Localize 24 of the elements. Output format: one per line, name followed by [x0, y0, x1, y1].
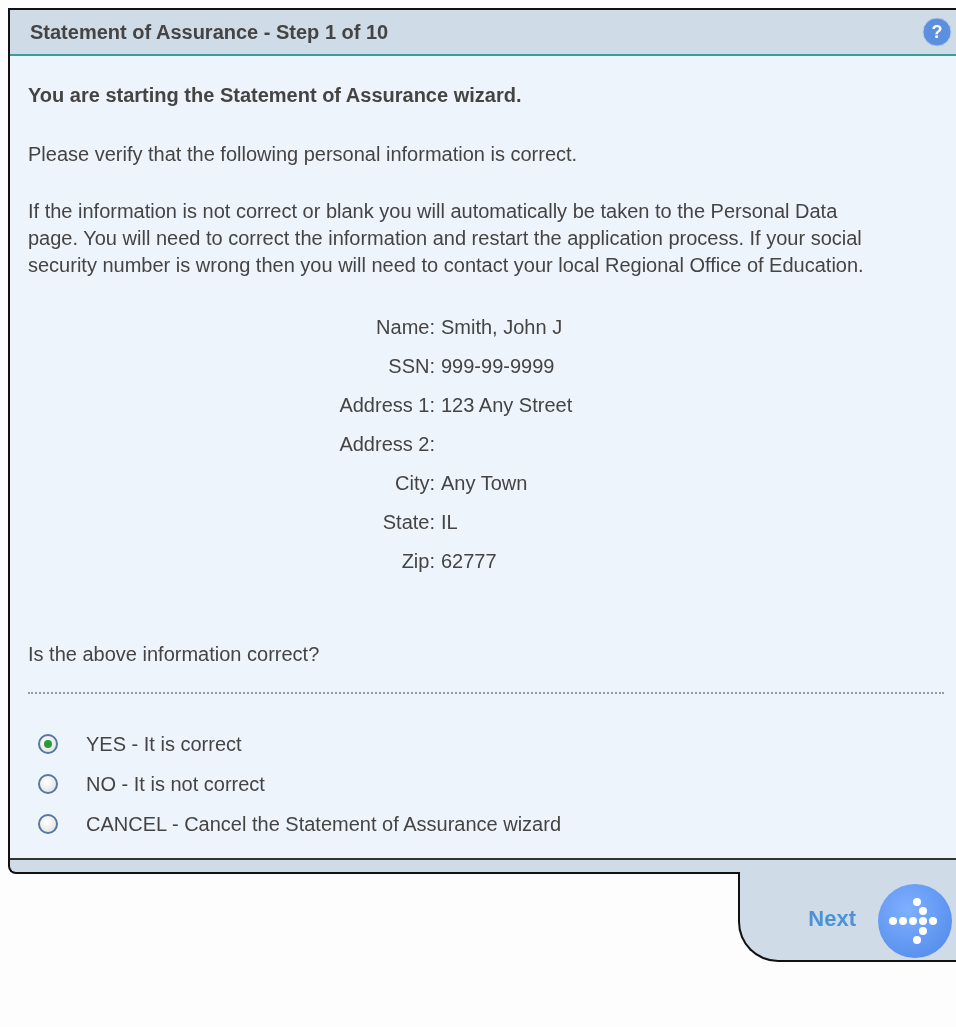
field-label: State: — [381, 510, 435, 535]
instruction-text: If the information is not correct or blank you will automatically be taken to the Personal Data page. You will need to correct the information and restart the application process. If your social security number is wrong then you will need to contact your local Regional Office of Education. — [28, 199, 865, 278]
field-value: 62777 — [441, 549, 498, 574]
window-title: Statement of Assurance - Step 1 of 10 — [30, 20, 389, 44]
radio-button[interactable] — [38, 774, 58, 794]
field-value: IL — [441, 510, 459, 535]
field-label: SSN: — [387, 354, 435, 379]
field-label: Name: — [375, 315, 435, 340]
field-value: Any Town — [441, 471, 529, 496]
field-label: Address 2: — [338, 432, 435, 457]
field-label: Zip: — [400, 549, 435, 574]
field-label: City: — [394, 471, 435, 496]
option-label[interactable]: NO - It is not correct — [86, 772, 265, 796]
option-label[interactable]: CANCEL - Cancel the Statement of Assurance wizard — [86, 812, 562, 836]
question-text: Is the above information correct? — [28, 642, 321, 667]
option-label[interactable]: YES - It is correct — [86, 732, 242, 756]
field-label: Address 1: — [338, 393, 435, 418]
radio-button[interactable] — [38, 734, 58, 754]
field-value: 999-99-9999 — [441, 354, 556, 379]
field-value: 123 Any Street — [441, 393, 574, 418]
radio-button[interactable] — [38, 814, 58, 834]
field-value: Smith, John J — [441, 315, 564, 340]
wizard-heading: You are starting the Statement of Assurance wizard. — [28, 84, 523, 107]
instruction-text: Please verify that the following personal information is correct. — [28, 142, 579, 167]
